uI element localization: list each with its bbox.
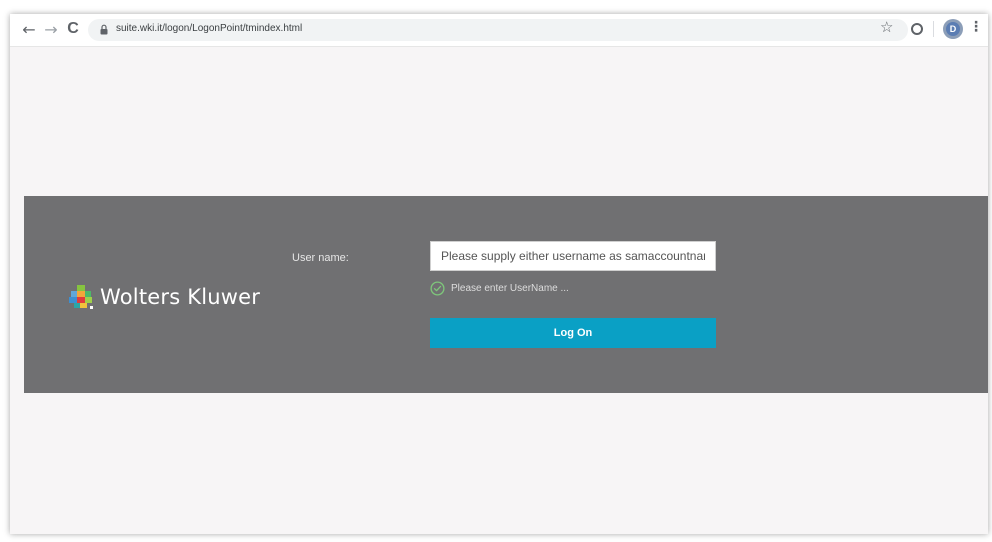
browser-window: ← → C suite.wki.it/logon/LogonPoint/tmin… [10, 14, 988, 534]
brand-name: Wolters Kluwer [100, 285, 261, 309]
url-text: suite.wki.it/logon/LogonPoint/tmindex.ht… [116, 23, 303, 34]
extension-icon[interactable] [911, 23, 923, 35]
username-hint: Please enter UserName ... [430, 280, 569, 296]
lock-icon [100, 24, 108, 35]
back-arrow-icon[interactable]: ← [18, 18, 40, 40]
browser-toolbar: ← → C suite.wki.it/logon/LogonPoint/tmin… [10, 14, 988, 47]
reload-icon[interactable]: C [62, 18, 84, 40]
hint-text: Please enter UserName ... [451, 282, 569, 294]
log-on-button[interactable]: Log On [430, 318, 716, 348]
profile-avatar[interactable]: D [943, 19, 963, 39]
login-banner: Wolters Kluwer User name: Please enter U… [24, 196, 988, 393]
bookmark-star-icon[interactable]: ☆ [880, 18, 893, 36]
brand-logo: Wolters Kluwer [68, 282, 260, 312]
username-label: User name: [292, 252, 349, 264]
address-bar[interactable]: suite.wki.it/logon/LogonPoint/tmindex.ht… [88, 19, 908, 41]
username-input[interactable] [430, 241, 716, 271]
more-menu-icon[interactable]: ⋮ [969, 19, 983, 39]
toolbar-divider [933, 21, 934, 37]
wolters-kluwer-logo-icon [69, 285, 93, 309]
check-circle-icon [430, 280, 445, 296]
profile-initial: D [946, 22, 960, 36]
forward-arrow-icon[interactable]: → [40, 18, 62, 40]
